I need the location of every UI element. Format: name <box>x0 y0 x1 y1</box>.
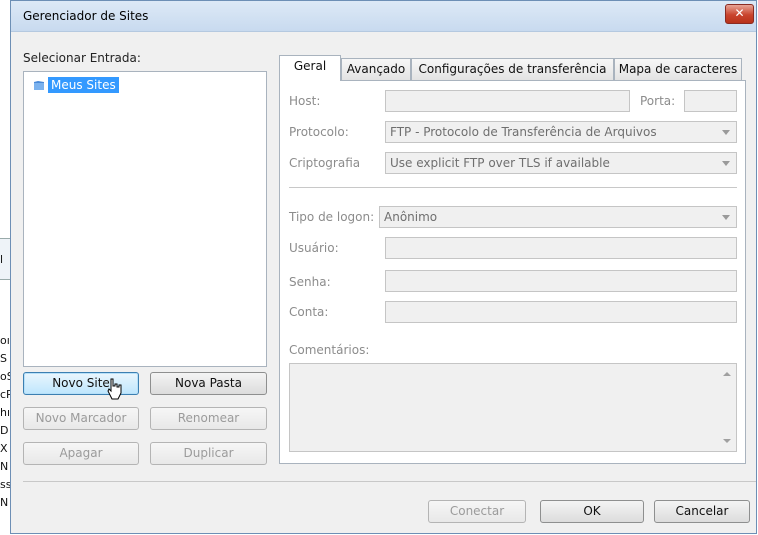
chevron-down-icon <box>722 161 730 166</box>
password-input[interactable] <box>385 270 737 292</box>
background-app-strip: l oı S oS cP hı D X N ss N <box>0 0 11 535</box>
user-input[interactable] <box>385 237 737 259</box>
duplicate-button[interactable]: Duplicar <box>150 442 267 465</box>
background-text-fragment: cP <box>0 388 10 401</box>
background-text-fragment: S <box>0 352 7 365</box>
encryption-label: Criptografia <box>289 156 361 170</box>
rename-button[interactable]: Renomear <box>150 407 267 430</box>
connect-button[interactable]: Conectar <box>428 500 526 523</box>
select-entry-label: Selecionar Entrada: <box>23 51 141 65</box>
protocol-value: FTP - Protocolo de Transferência de Arqu… <box>390 125 657 139</box>
background-text-fragment: oS <box>0 370 10 383</box>
divider <box>289 187 737 188</box>
cancel-button[interactable]: Cancelar <box>654 500 750 523</box>
chevron-down-icon <box>722 130 730 135</box>
title-bar[interactable]: Gerenciador de Sites ✕ <box>11 1 756 32</box>
background-text-fragment: oı <box>0 334 10 347</box>
tree-item-my-sites[interactable]: Meus Sites <box>33 77 119 93</box>
host-label: Host: <box>289 94 321 108</box>
scroll-arrows-icon <box>723 372 731 443</box>
tab-charset[interactable]: Mapa de caracteres <box>614 58 742 80</box>
protocol-select[interactable]: FTP - Protocolo de Transferência de Arqu… <box>385 121 737 143</box>
window-title: Gerenciador de Sites <box>23 9 149 23</box>
logon-type-select[interactable]: Anônimo <box>379 206 737 228</box>
tab-transfer-settings[interactable]: Configurações de transferência <box>411 58 614 80</box>
background-text-fragment: hı <box>0 406 10 419</box>
close-button[interactable]: ✕ <box>725 4 754 24</box>
footer-divider <box>23 481 756 482</box>
ok-button[interactable]: OK <box>540 500 644 523</box>
delete-button[interactable]: Apagar <box>23 442 139 465</box>
site-tree[interactable]: Meus Sites <box>23 71 267 367</box>
new-bookmark-button[interactable]: Novo Marcador <box>23 407 139 430</box>
port-label: Porta: <box>640 94 676 108</box>
new-folder-button[interactable]: Nova Pasta <box>150 372 267 395</box>
tab-general[interactable]: Geral <box>279 55 341 81</box>
logon-type-label: Tipo de logon: <box>289 210 375 224</box>
general-tab-panel: Host: Porta: Protocolo: FTP - Protocolo … <box>279 80 746 464</box>
port-input[interactable] <box>684 90 737 112</box>
comments-textarea[interactable] <box>289 363 737 452</box>
background-text-fragment: X <box>0 442 8 455</box>
account-label: Conta: <box>289 305 329 319</box>
logon-type-value: Anônimo <box>384 210 438 224</box>
background-text-fragment: ss <box>0 478 10 491</box>
background-text-fragment: N <box>0 496 9 509</box>
comments-label: Comentários: <box>289 343 370 357</box>
close-icon: ✕ <box>734 6 745 20</box>
user-label: Usuário: <box>289 241 339 255</box>
folder-icon <box>33 79 45 91</box>
protocol-label: Protocolo: <box>289 125 349 139</box>
mouse-cursor-icon <box>104 377 126 401</box>
password-label: Senha: <box>289 275 331 289</box>
comments-scrollbar[interactable] <box>717 364 736 451</box>
encryption-value: Use explicit FTP over TLS if available <box>390 156 610 170</box>
background-text-fragment: l <box>0 253 4 266</box>
account-input[interactable] <box>385 301 737 323</box>
encryption-select[interactable]: Use explicit FTP over TLS if available <box>385 152 737 174</box>
tab-advanced[interactable]: Avançado <box>341 58 411 80</box>
background-text-fragment: N <box>0 460 9 473</box>
tree-item-label: Meus Sites <box>48 77 119 93</box>
host-input[interactable] <box>385 90 630 112</box>
site-manager-dialog: Gerenciador de Sites ✕ Selecionar Entrad… <box>10 0 757 534</box>
chevron-down-icon <box>722 215 730 220</box>
background-text-fragment: D <box>0 424 9 437</box>
